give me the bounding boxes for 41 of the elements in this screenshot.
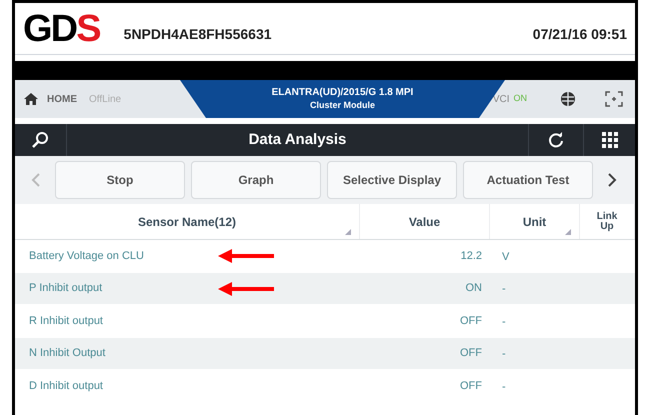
toolbar-button[interactable]: Stop: [55, 161, 185, 199]
unit-cell: V: [502, 250, 510, 263]
value-cell-text: OFF: [460, 314, 482, 328]
home-link[interactable]: HOME: [47, 92, 77, 106]
sensor-name: P Inhibit output: [29, 281, 102, 296]
unit-cell: -: [502, 316, 506, 328]
grid-icon: [600, 131, 618, 149]
toolbar-button[interactable]: Selective Display: [327, 161, 457, 199]
system-text: Cluster Module: [310, 100, 375, 111]
logo: GDS: [23, 10, 100, 48]
column-header[interactable]: Sensor Name(12): [138, 212, 236, 230]
unit-cell: -: [502, 348, 506, 360]
vehicle-text: ELANTRA(UD)/2015/G 1.8 MPI: [272, 87, 414, 100]
unit-cell: -: [502, 283, 506, 296]
unit-cell: -: [502, 380, 506, 393]
value-cell-text: 12.2: [460, 248, 482, 264]
resize-handle-icon[interactable]: [345, 229, 351, 235]
sensor-name: N Inhibit Output: [29, 346, 106, 361]
sensor-name: D Inhibit output: [29, 378, 103, 394]
refresh-icon: [547, 131, 565, 149]
fullscreen-icon[interactable]: [605, 91, 623, 107]
column-header[interactable]: Value: [408, 212, 440, 230]
mode-label: OffLine: [89, 92, 122, 106]
resize-handle-icon[interactable]: [565, 229, 571, 235]
vin-text: 5NPDH4AE8FH556631: [124, 25, 272, 44]
value-cell-text: OFF: [460, 346, 482, 361]
vci-status: ON: [514, 92, 527, 106]
toolbar-button[interactable]: Graph: [191, 161, 321, 199]
value-cell-text: OFF: [460, 378, 482, 394]
screen-title: Data Analysis: [248, 130, 348, 150]
column-header[interactable]: Unit: [522, 212, 546, 230]
globe-icon[interactable]: [559, 91, 577, 107]
search-icon: [30, 131, 50, 149]
vci-label: VCI: [492, 92, 510, 106]
sensor-name: Battery Voltage on CLU: [29, 248, 144, 264]
home-icon[interactable]: [23, 92, 39, 106]
sensor-name: R Inhibit output: [29, 314, 103, 328]
date-time: 07/21/16 09:51: [532, 25, 627, 44]
value-cell-text: ON: [466, 281, 482, 296]
toolbar-button[interactable]: Actuation Test: [463, 161, 593, 199]
column-header[interactable]: Link Up: [594, 212, 620, 232]
